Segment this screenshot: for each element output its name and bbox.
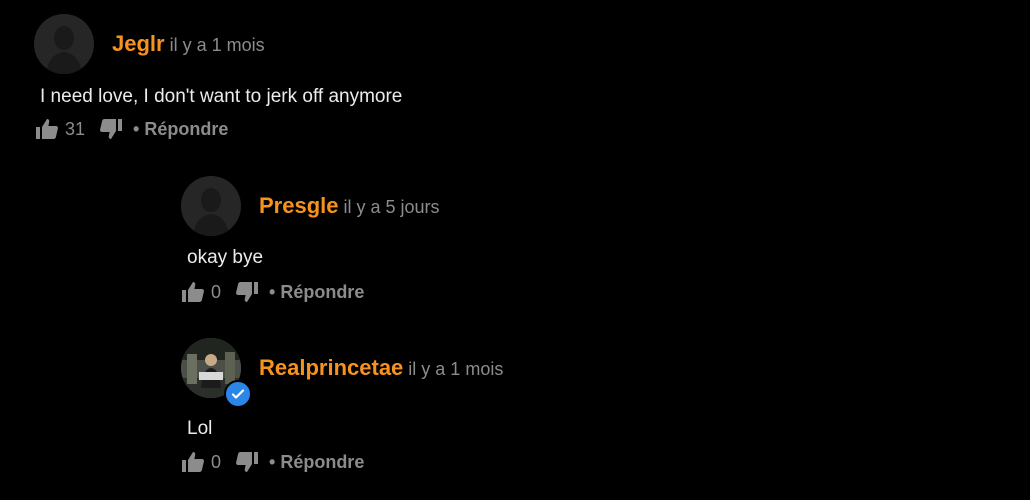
username-link[interactable]: Presgle il y a 5 jours (259, 193, 440, 219)
comment-text: I need love, I don't want to jerk off an… (40, 86, 403, 107)
comment-actions: 31 • Répondre (35, 118, 228, 140)
thumbs-down-icon[interactable] (99, 118, 123, 140)
comment-text: okay bye (187, 247, 264, 268)
comment-time: il y a 1 mois (408, 359, 504, 379)
reply-button[interactable]: • Répondre (133, 119, 228, 140)
avatar[interactable] (181, 176, 241, 236)
verified-badge-icon (224, 380, 252, 408)
like-count: 0 (211, 451, 222, 472)
default-avatar-icon (181, 176, 241, 236)
thumbs-down-icon[interactable] (235, 281, 259, 303)
thumbs-up-icon[interactable] (181, 281, 205, 303)
username-link[interactable]: Jeglr il y a 1 mois (112, 31, 265, 57)
comment-text: Lol (187, 418, 213, 439)
avatar[interactable] (34, 14, 94, 74)
thumbs-down-icon[interactable] (235, 451, 259, 473)
thumbs-up-icon[interactable] (181, 451, 205, 473)
comment-time: il y a 1 mois (169, 35, 265, 55)
like-count: 0 (211, 281, 222, 302)
comment-time: il y a 5 jours (343, 197, 440, 217)
reply-button[interactable]: • Répondre (269, 452, 364, 473)
comment-actions: 0 • Répondre (181, 281, 364, 303)
like-count: 31 (65, 118, 86, 139)
username-link[interactable]: Realprincetae il y a 1 mois (259, 355, 503, 381)
reply-button[interactable]: • Répondre (269, 282, 364, 303)
thumbs-up-icon[interactable] (35, 118, 59, 140)
default-avatar-icon (34, 14, 94, 74)
comment-actions: 0 • Répondre (181, 451, 364, 473)
